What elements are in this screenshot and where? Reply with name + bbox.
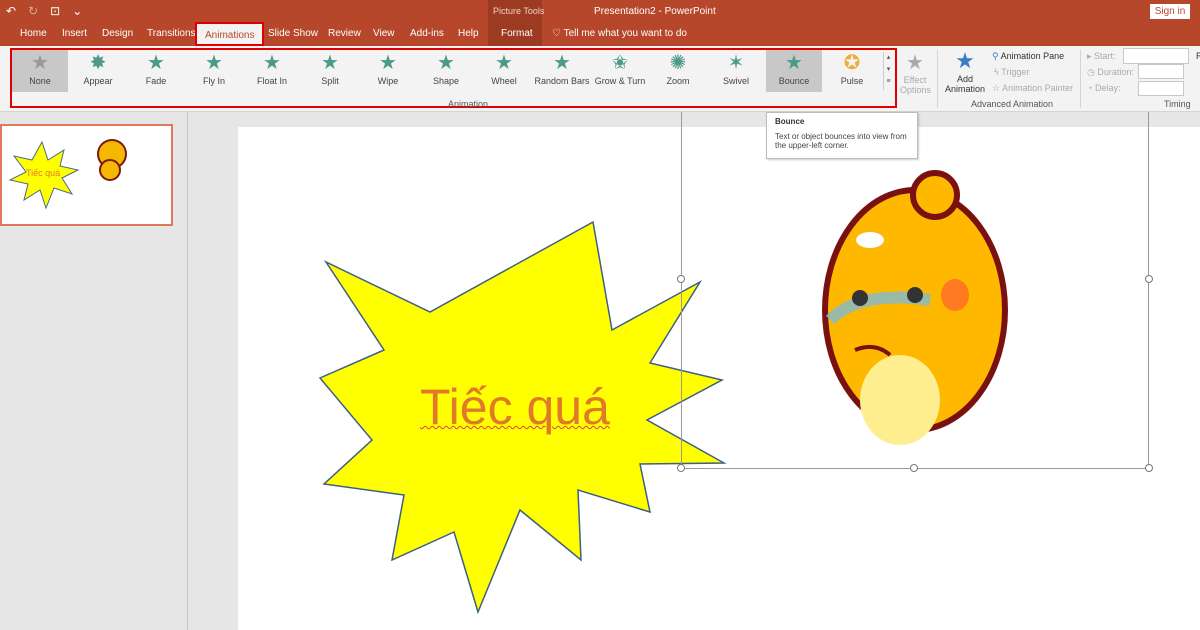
- animation-star-icon: ★: [495, 52, 513, 74]
- animation-fly-in[interactable]: ★ Fly In: [186, 50, 242, 92]
- animation-zoom[interactable]: ✺ Zoom: [650, 50, 706, 92]
- animation-label: None: [29, 76, 51, 86]
- animation-label: Split: [321, 76, 339, 86]
- animation-star-icon: ✸: [89, 52, 107, 74]
- animation-label: Wheel: [491, 76, 517, 86]
- animation-star-icon: ✬: [611, 52, 629, 74]
- animation-star-icon: ★: [147, 52, 165, 74]
- resize-handle[interactable]: [910, 464, 918, 472]
- animation-label: Float In: [256, 76, 287, 86]
- animation-star-icon: ★: [785, 52, 803, 74]
- animation-bounce[interactable]: ★ Bounce: [766, 50, 822, 92]
- animation-float-in[interactable]: ★ Float In: [244, 50, 300, 92]
- animation-wipe[interactable]: ★ Wipe: [360, 50, 416, 92]
- animation-label: Pulse: [840, 76, 864, 86]
- animation-star-icon: ★: [31, 52, 49, 74]
- animation-none[interactable]: ★ None: [12, 50, 68, 92]
- animation-appear[interactable]: ✸ Appear: [70, 50, 126, 92]
- animation-label: Bounce: [778, 76, 810, 86]
- animation-split[interactable]: ★ Split: [302, 50, 358, 92]
- animation-star-icon: ★: [263, 52, 281, 74]
- picture-selection-frame: [681, 112, 1149, 469]
- animation-label: Random Bars: [534, 76, 590, 86]
- animation-star-icon: ✺: [669, 52, 687, 74]
- animation-star-icon: ★: [553, 52, 571, 74]
- animation-label: Fly In: [202, 76, 225, 86]
- animation-star-icon: ★: [437, 52, 455, 74]
- animation-grow-turn[interactable]: ✬ Grow & Turn: [592, 50, 648, 92]
- animation-label: Fade: [145, 76, 167, 86]
- animation-wheel[interactable]: ★ Wheel: [476, 50, 532, 92]
- animation-star-icon: ✪: [843, 52, 861, 74]
- animation-label: Zoom: [666, 76, 690, 86]
- animation-star-icon: ✶: [727, 52, 745, 74]
- resize-handle[interactable]: [1145, 464, 1153, 472]
- animation-star-icon: ★: [321, 52, 339, 74]
- tooltip-title: Bounce: [775, 117, 805, 126]
- animation-random-bars[interactable]: ★ Random Bars: [534, 50, 590, 92]
- animation-star-icon: ★: [205, 52, 223, 74]
- animation-label: Grow & Turn: [594, 76, 646, 86]
- animation-label: Appear: [83, 76, 113, 86]
- starburst-text[interactable]: Tiếc quá: [420, 378, 610, 436]
- resize-handle[interactable]: [677, 464, 685, 472]
- resize-handle[interactable]: [677, 275, 685, 283]
- animation-swivel[interactable]: ✶ Swivel: [708, 50, 764, 92]
- animation-pulse[interactable]: ✪ Pulse: [824, 50, 880, 92]
- animation-fade[interactable]: ★ Fade: [128, 50, 184, 92]
- resize-handle[interactable]: [1145, 275, 1153, 283]
- animation-label: Shape: [432, 76, 460, 86]
- tooltip-body: Text or object bounces into view from th…: [775, 132, 907, 150]
- bounce-tooltip: Bounce Text or object bounces into view …: [766, 112, 918, 159]
- animation-shape[interactable]: ★ Shape: [418, 50, 474, 92]
- animation-label: Wipe: [377, 76, 399, 86]
- animation-label: Swivel: [722, 76, 749, 86]
- animation-star-icon: ★: [379, 52, 397, 74]
